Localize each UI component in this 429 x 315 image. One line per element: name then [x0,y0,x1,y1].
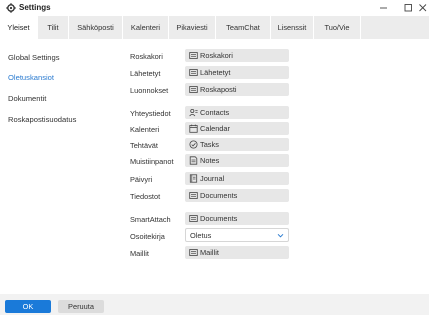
tab-tuo-vie[interactable]: Tuo/Vie [314,16,361,39]
muistiinpanot-folder-field[interactable]: Notes [185,154,289,167]
yhteystiedot-folder-field[interactable]: Contacts [185,106,289,119]
chevron-down-icon [277,232,284,239]
tab-lisenssit[interactable]: Lisenssit [271,16,314,39]
gear-icon [6,3,16,13]
lahetetyt-value: Lähetetyt [200,68,231,77]
smartattach-folder-field[interactable]: Documents [185,212,289,225]
note-icon [189,156,198,165]
task-check-icon [189,140,198,149]
tehtavat-label: Tehtävät [130,141,158,150]
osoitekirja-value: Oletus [190,231,212,240]
paivyri-label: Päivyri [130,175,153,184]
sidebar-item-dokumentit[interactable]: Dokumentit [8,94,46,103]
tehtavat-folder-field[interactable]: Tasks [185,138,289,151]
tab-yleiset[interactable]: Yleiset [0,16,38,39]
tab-teamchat[interactable]: TeamChat [216,16,271,39]
smartattach-value: Documents [200,214,238,223]
kalenteri-folder-field[interactable]: Calendar [185,122,289,135]
tiedostot-value: Documents [200,191,238,200]
yhteystiedot-value: Contacts [200,108,230,117]
lahetetyt-label: Lähetetyt [130,69,161,78]
kalenteri-value: Calendar [200,124,230,133]
sidebar-item-roskapostisuodatus[interactable]: Roskapostisuodatus [8,115,76,124]
sidebar-item-global-settings[interactable]: Global Settings [8,53,60,62]
close-icon[interactable] [417,2,429,14]
folder-icon [189,214,198,223]
settings-window: Settings Yleiset Tilit Sähköposti Kalent… [0,0,429,315]
title-bar: Settings [0,0,429,16]
muistiinpanot-value: Notes [200,156,220,165]
luonnokset-value: Roskaposti [200,85,237,94]
tiedostot-label: Tiedostot [130,192,161,201]
folder-icon [189,85,198,94]
osoitekirja-label: Osoitekirja [130,232,165,241]
roskakori-label: Roskakori [130,52,163,61]
tab-tilit[interactable]: Tilit [38,16,69,39]
luonnokset-label: Luonnokset [130,86,169,95]
journal-icon [189,174,198,183]
tab-sahkoposti[interactable]: Sähköposti [69,16,123,39]
minimize-icon[interactable] [377,2,391,14]
luonnokset-folder-field[interactable]: Roskaposti [185,83,289,96]
folder-icon [189,51,198,60]
sidebar-item-oletuskansiot[interactable]: Oletuskansiot [8,73,54,82]
maillit-label: Maillit [130,249,149,258]
tab-bar: Yleiset Tilit Sähköposti Kalenteri Pikav… [0,16,429,39]
paivyri-folder-field[interactable]: Journal [185,172,289,185]
tab-pikaviesti[interactable]: Pikaviesti [169,16,216,39]
folder-icon [189,248,198,257]
window-title: Settings [19,3,51,12]
cancel-button[interactable]: Peruuta [58,300,104,313]
folder-icon [189,68,198,77]
maillit-value: Maillit [200,248,219,257]
tab-kalenteri[interactable]: Kalenteri [123,16,169,39]
tehtavat-value: Tasks [200,140,219,149]
smartattach-label: SmartAttach [130,215,171,224]
maillit-folder-field[interactable]: Maillit [185,246,289,259]
roskakori-value: Roskakori [200,51,233,60]
contacts-icon [189,108,198,117]
roskakori-folder-field[interactable]: Roskakori [185,49,289,62]
muistiinpanot-label: Muistiinpanot [130,157,174,166]
ok-button[interactable]: OK [5,300,51,313]
maximize-icon[interactable] [401,2,415,14]
osoitekirja-select[interactable]: Oletus [185,228,289,242]
folder-icon [189,191,198,200]
lahetetyt-folder-field[interactable]: Lähetetyt [185,66,289,79]
paivyri-value: Journal [200,174,225,183]
calendar-icon [189,124,198,133]
yhteystiedot-label: Yhteystiedot [130,109,171,118]
kalenteri-label: Kalenteri [130,125,160,134]
tiedostot-folder-field[interactable]: Documents [185,189,289,202]
